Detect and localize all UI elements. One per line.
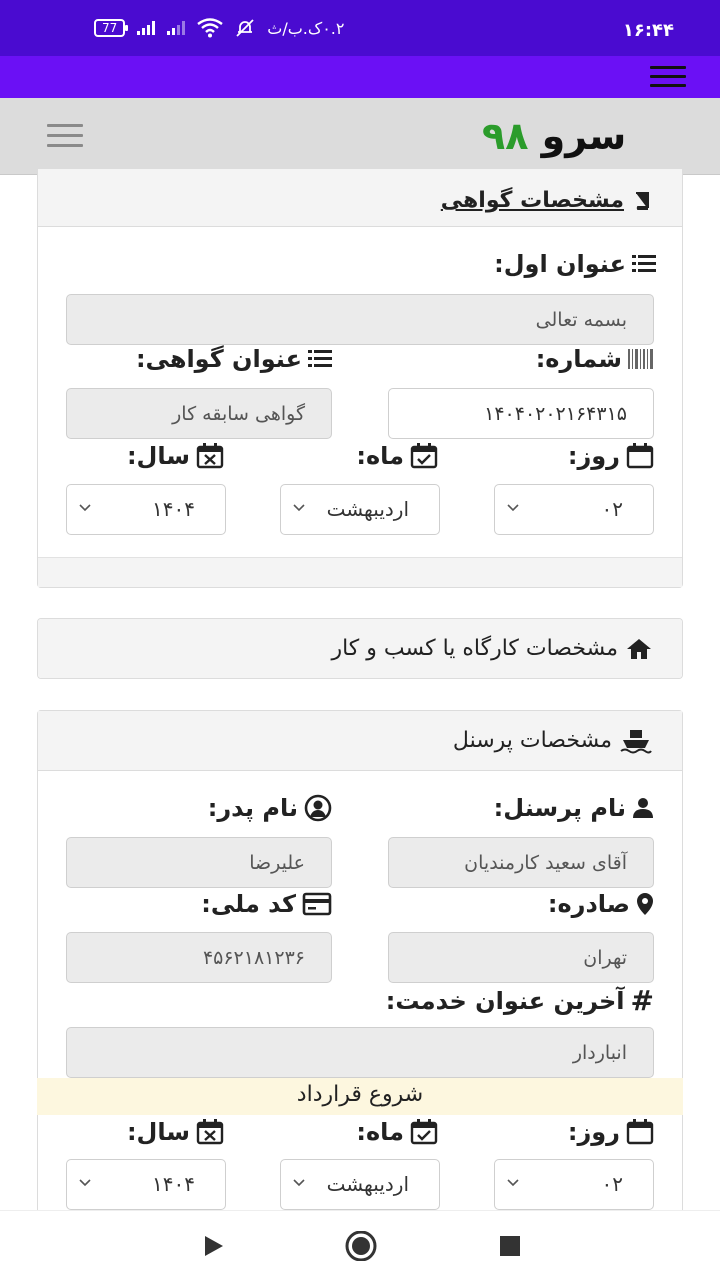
national-code-input[interactable]: ۴۵۶۲۱۸۱۲۳۶ — [66, 932, 332, 983]
chevron-down-icon — [293, 1179, 305, 1187]
calendar-check-icon — [410, 443, 438, 469]
hashtag-icon: # — [630, 984, 654, 1017]
contract-month-label: ماه: — [356, 1118, 438, 1146]
ship-icon — [620, 729, 652, 753]
contract-day-select[interactable]: ۰۲ — [494, 1159, 654, 1210]
calendar-icon — [626, 1119, 654, 1145]
workplace-card[interactable]: مشخصات کارگاه یا کسب و کار — [37, 618, 683, 679]
barcode-icon — [628, 349, 653, 369]
contract-start-banner: شروع قرارداد — [37, 1078, 683, 1115]
contract-year-select[interactable]: ۱۴۰۴ — [66, 1159, 226, 1210]
certificate-title-label: عنوان گواهی: — [136, 345, 332, 373]
id-card-icon — [302, 892, 332, 916]
month-select[interactable]: اردیبهشت — [280, 484, 440, 535]
father-name-label: نام پدر: — [208, 794, 332, 822]
book-icon — [636, 191, 649, 210]
national-code-label: کد ملی: — [201, 890, 332, 918]
personnel-name-label: نام پرسنل: — [494, 794, 654, 822]
list-icon — [308, 350, 332, 367]
calendar-check-icon — [410, 1119, 438, 1145]
brand-logo: سرو ۹۸ — [482, 114, 627, 158]
app-bar — [0, 56, 720, 98]
system-nav-bar — [0, 1210, 720, 1280]
certificate-footer — [38, 557, 682, 587]
personnel-header[interactable]: مشخصات پرسنل — [38, 711, 682, 771]
chevron-down-icon — [79, 504, 91, 512]
first-title-input[interactable]: بسمه تعالی — [66, 294, 654, 345]
recents-icon[interactable] — [499, 1235, 521, 1257]
certificate-header[interactable]: مشخصات گواهی — [38, 169, 682, 227]
network-speed: ۰.۲ک.ب/ث — [267, 18, 345, 38]
menu-icon[interactable] — [650, 66, 686, 88]
user-circle-icon — [304, 794, 332, 822]
status-icons: 77 ۰.۲ک.ب/ث — [94, 18, 344, 38]
month-label: ماه: — [356, 442, 438, 470]
battery-icon: 77 — [94, 19, 129, 37]
status-time: ۱۶:۴۴ — [622, 20, 674, 41]
map-marker-icon — [637, 893, 653, 915]
day-select[interactable]: ۰۲ — [494, 484, 654, 535]
home-icon — [627, 638, 651, 659]
year-select[interactable]: ۱۴۰۴ — [66, 484, 226, 535]
user-icon — [633, 798, 653, 818]
calendar-x-icon — [196, 443, 224, 469]
contract-day-label: روز: — [568, 1118, 654, 1146]
back-icon[interactable] — [202, 1233, 226, 1259]
signal-icon — [137, 21, 156, 35]
status-bar: 77 ۰.۲ک.ب/ث ۱۶:۴۴ — [0, 0, 720, 56]
chevron-down-icon — [79, 1179, 91, 1187]
certificate-title-input[interactable]: گواهی سابقه کار — [66, 388, 332, 439]
number-input[interactable]: ۱۴۰۴۰۲۰۲۱۶۴۳۱۵ — [388, 388, 654, 439]
issued-input[interactable]: تهران — [388, 932, 654, 983]
personnel-name-input[interactable]: آقای سعید کارمندیان — [388, 837, 654, 888]
chevron-down-icon — [507, 504, 519, 512]
day-label: روز: — [568, 442, 654, 470]
issued-label: صادره: — [548, 890, 654, 918]
year-label: سال: — [127, 442, 224, 470]
last-title-input[interactable]: انباردار — [66, 1027, 654, 1078]
workplace-header[interactable]: مشخصات کارگاه یا کسب و کار — [38, 619, 682, 678]
bell-off-icon — [236, 19, 254, 37]
home-button-icon[interactable] — [344, 1231, 378, 1261]
number-label: شماره: — [536, 345, 654, 373]
chevron-down-icon — [507, 1179, 519, 1187]
calendar-x-icon — [196, 1119, 224, 1145]
wifi-icon — [197, 18, 224, 38]
contract-year-label: سال: — [127, 1118, 224, 1146]
first-title-label: عنوان اول: — [494, 250, 656, 278]
contract-month-select[interactable]: اردیبهشت — [280, 1159, 440, 1210]
list-icon — [632, 255, 656, 272]
chevron-down-icon — [293, 504, 305, 512]
navbar-toggle-icon[interactable] — [47, 124, 83, 147]
calendar-icon — [626, 443, 654, 469]
brand-header: سرو ۹۸ — [0, 98, 720, 175]
signal-icon-secondary — [167, 21, 186, 35]
father-name-input[interactable]: علیرضا — [66, 837, 332, 888]
last-title-label: # آخرین عنوان خدمت: — [385, 984, 654, 1017]
